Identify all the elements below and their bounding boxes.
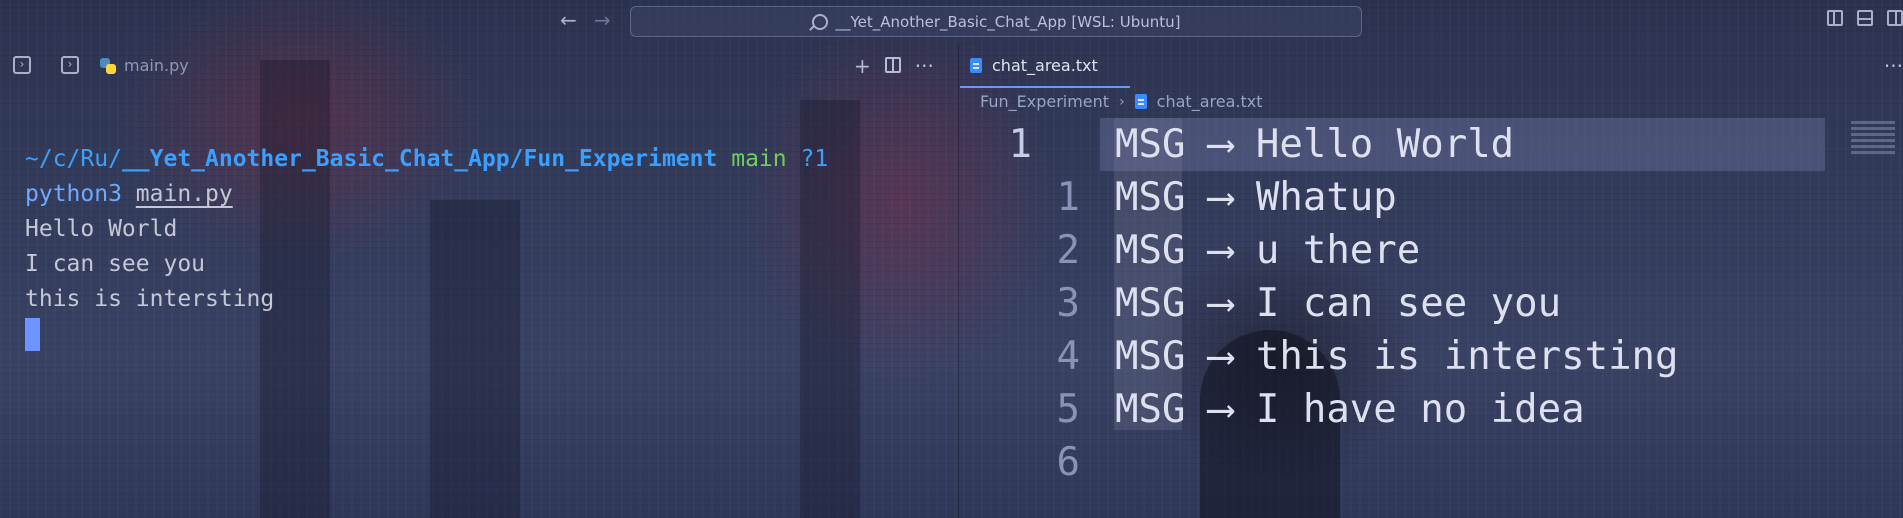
line-number: 6 — [1056, 440, 1080, 485]
terminal-prompt: ~/c/Ru/__Yet_Another_Basic_Chat_App/Fun_… — [25, 142, 828, 177]
editor-line: 1 MSG ⟶ Hello World — [960, 118, 1903, 171]
editor-line: 1 MSG ⟶ Whatup — [960, 171, 1903, 224]
back-arrow-icon[interactable]: ← — [560, 8, 577, 32]
layout-controls — [1827, 10, 1903, 26]
command-center-search[interactable]: __Yet_Another_Basic_Chat_App [WSL: Ubunt… — [630, 6, 1362, 37]
editor-line: 5 MSG ⟶ I have no idea — [960, 383, 1903, 436]
line-number: 5 — [1056, 387, 1080, 432]
line-number: 2 — [1056, 228, 1080, 273]
right-editor-tabs: chat_area.txt ··· — [960, 44, 1903, 88]
terminal-output-line: I can see you — [25, 251, 206, 277]
prompt-path: __Yet_Another_Basic_Chat_App/Fun_Experim… — [121, 146, 718, 172]
more-actions-icon[interactable]: ··· — [915, 54, 934, 78]
tab-main-py[interactable]: main.py — [100, 56, 189, 75]
title-bar: ← → __Yet_Another_Basic_Chat_App [WSL: U… — [0, 0, 1903, 44]
text-editor[interactable]: 1 MSG ⟶ Hello World 1 MSG ⟶ Whatup 2 MSG… — [960, 118, 1903, 489]
editor-line: 2 MSG ⟶ u there — [960, 224, 1903, 277]
text-file-icon — [1134, 94, 1147, 109]
chevron-right-icon: › — [1119, 93, 1125, 110]
line-text: MSG ⟶ this is intersting — [1115, 334, 1679, 379]
editor-line: 3 MSG ⟶ I can see you — [960, 277, 1903, 330]
minimap[interactable] — [1851, 118, 1895, 154]
terminal-cursor-line — [25, 317, 828, 352]
terminal-icon[interactable]: › — [13, 56, 31, 74]
tab-chat-area[interactable]: chat_area.txt — [960, 44, 1130, 88]
git-branch: main — [731, 146, 787, 172]
editor-line: 6 — [960, 436, 1903, 489]
toggle-primary-sidebar-icon[interactable] — [1827, 10, 1843, 26]
toggle-secondary-sidebar-icon[interactable] — [1887, 10, 1903, 26]
terminal-output[interactable]: ~/c/Ru/__Yet_Another_Basic_Chat_App/Fun_… — [25, 142, 828, 352]
tab-actions: + ··· — [854, 54, 934, 78]
pane-divider[interactable] — [958, 44, 959, 518]
line-text: MSG ⟶ Hello World — [1115, 122, 1515, 167]
line-number: 1 — [1056, 175, 1080, 220]
toggle-panel-icon[interactable] — [1857, 10, 1873, 26]
breadcrumb-file[interactable]: chat_area.txt — [1157, 92, 1263, 111]
command-arg: main.py — [135, 181, 233, 207]
split-editor-icon[interactable] — [884, 57, 901, 73]
prompt-tilde: ~/c/Ru/ — [25, 146, 122, 172]
editor-line: 4 MSG ⟶ this is intersting — [960, 330, 1903, 383]
window-title: __Yet_Another_Basic_Chat_App [WSL: Ubunt… — [835, 12, 1181, 31]
terminal-cursor — [25, 318, 40, 351]
more-actions-icon[interactable]: ··· — [1884, 54, 1903, 78]
terminal-command: python3 main.py — [25, 177, 828, 212]
breadcrumb-folder[interactable]: Fun_Experiment — [980, 92, 1109, 111]
search-icon — [811, 13, 828, 30]
text-file-icon — [970, 57, 982, 73]
line-text: MSG ⟶ I have no idea — [1115, 387, 1585, 432]
python-file-icon — [100, 57, 116, 74]
tab-label: main.py — [124, 56, 189, 75]
new-terminal-icon[interactable]: + — [854, 54, 871, 78]
tab-label: chat_area.txt — [992, 55, 1098, 75]
breadcrumb: Fun_Experiment › chat_area.txt — [980, 92, 1262, 111]
line-number: 3 — [1056, 281, 1080, 326]
line-text: MSG ⟶ u there — [1115, 228, 1421, 273]
terminal-icon[interactable]: › — [61, 56, 79, 74]
terminal-output-line: this is intersting — [25, 286, 275, 312]
git-status: ?1 — [800, 146, 829, 172]
terminal-output-line: Hello World — [25, 216, 178, 242]
line-number: 1 — [1008, 122, 1032, 167]
command-name: python3 — [25, 181, 122, 207]
line-text: MSG ⟶ I can see you — [1115, 281, 1562, 326]
line-number: 4 — [1056, 334, 1080, 379]
line-text: MSG ⟶ Whatup — [1115, 175, 1397, 220]
forward-arrow-icon[interactable]: → — [594, 8, 611, 32]
left-editor-tabs: › › main.py + ··· — [0, 44, 958, 88]
